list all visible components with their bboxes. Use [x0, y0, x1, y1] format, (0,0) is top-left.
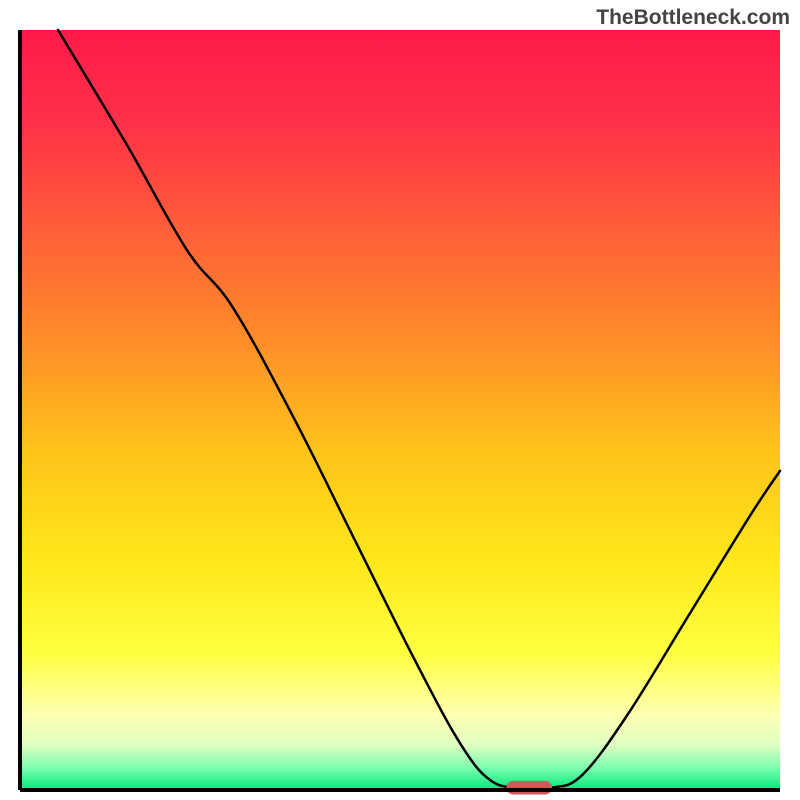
marker-optimal-point	[506, 781, 552, 795]
plot-background	[20, 30, 780, 790]
chart-svg	[0, 0, 800, 800]
bottleneck-chart: TheBottleneck.com	[0, 0, 800, 800]
watermark-text: TheBottleneck.com	[596, 6, 790, 30]
